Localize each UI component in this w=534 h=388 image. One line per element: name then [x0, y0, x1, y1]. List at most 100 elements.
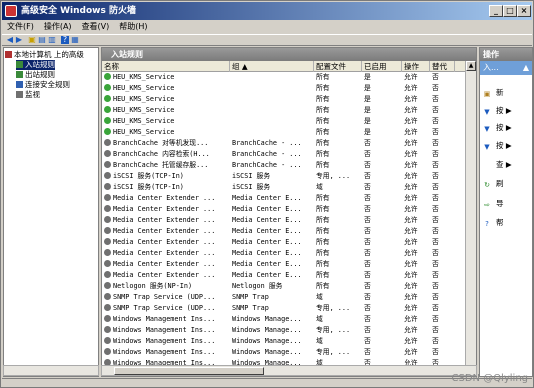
rule-name-cell: Media Center Extender ... — [104, 226, 230, 237]
tree-root[interactable]: 本地计算机 上的高级 — [5, 50, 84, 60]
rule-override: 否 — [432, 227, 439, 235]
rule-group: Windows Manage... — [232, 326, 302, 334]
rule-action: 允许 — [404, 95, 418, 103]
table-row[interactable]: HEU_KMS_Service 所有 是 允许 否 — [102, 127, 466, 138]
scroll-thumb[interactable] — [114, 367, 264, 375]
table-row[interactable]: HEU_KMS_Service 所有 是 允许 否 — [102, 83, 466, 94]
tree-connsec[interactable]: 连接安全规则 — [16, 80, 70, 90]
help-icon[interactable]: ? — [61, 36, 69, 44]
menu-help[interactable]: 帮助(H) — [114, 20, 152, 34]
table-row[interactable]: HEU_KMS_Service 所有 是 允许 否 — [102, 94, 466, 105]
rule-profile: 所有 — [316, 161, 330, 169]
column-profile[interactable]: 配置文件 — [314, 61, 362, 72]
back-icon[interactable]: ◀ — [6, 36, 14, 44]
rule-action: 允许 — [404, 216, 418, 224]
table-row[interactable]: HEU_KMS_Service 所有 是 允许 否 — [102, 105, 466, 116]
column-group[interactable]: 组 ▲ — [230, 61, 314, 72]
tree-inbound[interactable]: 入站规则 — [16, 60, 55, 70]
rule-action: 允许 — [404, 106, 418, 114]
menu-file[interactable]: 文件(F) — [2, 20, 39, 34]
table-row[interactable]: Netlogon 服务(NP-In) Netlogon 服务 所有 否 允许 否 — [102, 281, 466, 292]
rule-name-cell: iSCSI 服务(TCP-In) — [104, 171, 230, 182]
action-item[interactable]: ▼ 按 ▶ — [483, 123, 511, 133]
scroll-up-icon[interactable]: ▲ — [466, 61, 476, 71]
refresh-icon[interactable]: ▥ — [48, 36, 56, 44]
actions-section-inbound[interactable]: 入... ▲ — [480, 61, 532, 75]
rule-override: 否 — [432, 73, 439, 81]
actions-pane: 操作 入... ▲ ▣ 新 ▼ 按 ▶ ▼ 按 ▶ ▼ 按 ▶ 查 ▶ ↻ 刷 ⇨ 导? 帮 — [479, 47, 533, 377]
rule-name: Media Center Extender ... — [113, 194, 216, 202]
table-row[interactable]: Media Center Extender ... Media Center E.… — [102, 226, 466, 237]
table-row[interactable]: HEU_KMS_Service 所有 是 允许 否 — [102, 116, 466, 127]
table-row[interactable]: BranchCache 托管缓存服... BranchCache - ... 所有 否… — [102, 160, 466, 171]
action-item[interactable]: ⇨ 导 — [483, 199, 503, 209]
disabled-rule-icon — [104, 249, 111, 256]
table-row[interactable]: Media Center Extender ... Media Center E.… — [102, 259, 466, 270]
rule-name-cell: HEU_KMS_Service — [104, 105, 230, 116]
rule-action: 允许 — [404, 326, 418, 334]
menu-view[interactable]: 查看(V) — [77, 20, 115, 34]
properties-icon[interactable]: ▦ — [71, 36, 79, 44]
rule-profile: 所有 — [316, 271, 330, 279]
tree-horizontal-scrollbar[interactable] — [3, 365, 99, 376]
rule-enabled: 否 — [364, 304, 371, 312]
rule-group — [232, 116, 314, 127]
rule-name: HEU_KMS_Service — [113, 106, 175, 114]
action-item[interactable]: ▣ 新 — [483, 88, 504, 98]
column-override[interactable]: 替代 — [430, 61, 455, 72]
rule-enabled: 否 — [364, 194, 371, 202]
rule-group: Windows Manage... — [232, 337, 302, 345]
rules-horizontal-scrollbar[interactable] — [101, 365, 477, 376]
rule-name: iSCSI 服务(TCP-In) — [113, 172, 184, 180]
table-row[interactable]: Media Center Extender ... Media Center E.… — [102, 215, 466, 226]
table-row[interactable]: Media Center Extender ... Media Center E.… — [102, 204, 466, 215]
rule-name-cell: Media Center Extender ... — [104, 204, 230, 215]
show-tree-icon[interactable]: ▤ — [38, 36, 46, 44]
minimize-button[interactable]: _ — [489, 5, 503, 17]
table-row[interactable]: BranchCache 对等机发现... BranchCache - ... 所有 否… — [102, 138, 466, 149]
disabled-rule-icon — [104, 150, 111, 157]
rule-name: BranchCache 托管缓存服... — [113, 161, 209, 169]
table-row[interactable]: SNMP Trap Service (UDP... SNMP Trap 域 否 允许 否 — [102, 292, 466, 303]
table-row[interactable]: Windows Management Ins... Windows Manage.… — [102, 314, 466, 325]
table-row[interactable]: Windows Management Ins... Windows Manage.… — [102, 325, 466, 336]
tree-monitor[interactable]: 监视 — [16, 90, 40, 100]
action-item[interactable]: ▼ 按 ▶ — [483, 141, 511, 151]
action-item[interactable]: ↻ 刷 — [483, 179, 503, 189]
table-row[interactable]: SNMP Trap Service (UDP... SNMP Trap 专用, ..… — [102, 303, 466, 314]
column-name[interactable]: 名称 — [102, 61, 230, 72]
column-action[interactable]: 操作 — [402, 61, 430, 72]
menu-action[interactable]: 操作(A) — [39, 20, 77, 34]
action-item[interactable]: ? 帮 — [483, 218, 503, 228]
action-item[interactable]: 查 ▶ — [483, 160, 512, 170]
rule-group: Windows Manage... — [232, 315, 302, 323]
table-row[interactable]: iSCSI 服务(TCP-In) iSCSI 服务 专用, ... 否 允许 否 — [102, 171, 466, 182]
table-row[interactable]: Windows Management Ins... Windows Manage.… — [102, 347, 466, 358]
rule-enabled: 否 — [364, 227, 371, 235]
column-enabled[interactable]: 已启用 — [362, 61, 402, 72]
close-button[interactable]: × — [517, 5, 531, 17]
table-row[interactable]: Media Center Extender ... Media Center E.… — [102, 237, 466, 248]
table-row[interactable]: HEU_KMS_Service 所有 是 允许 否 — [102, 72, 466, 83]
table-row[interactable]: Media Center Extender ... Media Center E.… — [102, 248, 466, 259]
rule-action: 允许 — [404, 260, 418, 268]
table-row[interactable]: BranchCache 内容检索(H... BranchCache - ... 所有… — [102, 149, 466, 160]
rule-name: Media Center Extender ... — [113, 216, 216, 224]
rules-vertical-scrollbar[interactable]: ▲ ▼ — [465, 61, 476, 376]
rule-group: Media Center E... — [232, 238, 302, 246]
up-folder-icon[interactable]: ▣ — [28, 36, 36, 44]
rule-profile: 所有 — [316, 194, 330, 202]
rule-override: 否 — [432, 249, 439, 257]
action-label: 新 — [496, 88, 504, 97]
collapse-up-icon[interactable]: ▲ — [523, 61, 529, 75]
table-row[interactable]: Media Center Extender ... Media Center E.… — [102, 193, 466, 204]
rule-action: 允许 — [404, 271, 418, 279]
maximize-button[interactable]: □ — [503, 5, 517, 17]
rule-override: 否 — [432, 161, 439, 169]
forward-icon[interactable]: ▶ — [15, 36, 23, 44]
action-item[interactable]: ▼ 按 ▶ — [483, 106, 511, 116]
table-row[interactable]: Media Center Extender ... Media Center E.… — [102, 270, 466, 281]
tree-outbound[interactable]: 出站规则 — [16, 70, 55, 80]
table-row[interactable]: Windows Management Ins... Windows Manage.… — [102, 336, 466, 347]
table-row[interactable]: iSCSI 服务(TCP-In) iSCSI 服务 域 否 允许 否 — [102, 182, 466, 193]
